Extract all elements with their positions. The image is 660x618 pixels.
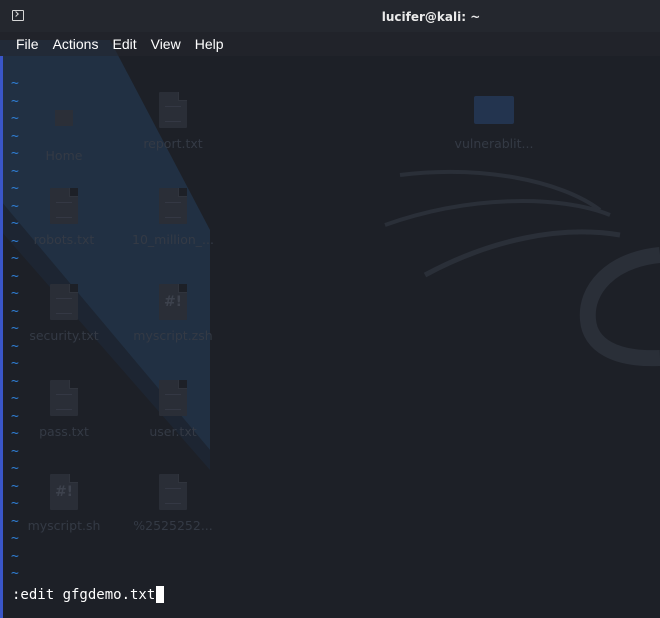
vim-tilde-line: ~ bbox=[11, 321, 19, 336]
desktop-icon-encoded-file: %2525252... bbox=[123, 474, 223, 533]
vim-tilde-line: ~ bbox=[11, 408, 19, 424]
menu-file[interactable]: File bbox=[16, 36, 39, 52]
vim-tilde-line: ~ bbox=[11, 356, 19, 371]
desktop-icon-label: myscript.sh bbox=[27, 518, 101, 533]
vim-tilde-line: ~ bbox=[11, 76, 19, 91]
text-cursor bbox=[156, 586, 165, 603]
desktop-icon-label: vulnerablit... bbox=[454, 136, 534, 151]
desktop-icon-myscript-zsh: #! myscript.zsh bbox=[123, 284, 223, 343]
vim-tilde-line: ~ bbox=[11, 426, 19, 441]
vim-tilde-line: ~ bbox=[11, 286, 19, 301]
vim-tilde-line: ~ bbox=[11, 216, 19, 231]
file-icon bbox=[50, 380, 78, 416]
desktop-icon-home: Home bbox=[14, 100, 114, 163]
desktop-icon-report: report.txt bbox=[123, 92, 223, 151]
menu-help[interactable]: Help bbox=[195, 36, 224, 52]
vim-tilde-line: ~ bbox=[11, 496, 19, 511]
menu-edit[interactable]: Edit bbox=[112, 36, 136, 52]
script-file-icon: #! bbox=[159, 284, 187, 320]
script-file-icon: #! bbox=[50, 474, 78, 510]
menu-bar: File Actions Edit View Help bbox=[0, 32, 660, 56]
desktop-icon-label: myscript.zsh bbox=[133, 328, 213, 343]
folder-icon bbox=[474, 96, 514, 124]
desktop-icon-security: security.txt bbox=[14, 284, 114, 343]
desktop-icon-label: Home bbox=[45, 148, 83, 163]
desktop-icons-layer: Home report.txt vulnerablit... robots.tx… bbox=[0, 0, 660, 618]
vim-tilde-line: ~ bbox=[11, 531, 19, 546]
file-icon bbox=[50, 284, 78, 320]
vim-command-line[interactable]: :edit gfgdemo.txt bbox=[12, 586, 165, 603]
vim-tilde-line: ~ bbox=[11, 268, 19, 284]
desktop-icon-label: %2525252... bbox=[133, 518, 213, 533]
window-title: lucifer@kali: ~ bbox=[381, 10, 481, 24]
vim-tilde-line: ~ bbox=[11, 303, 19, 319]
file-icon bbox=[159, 92, 187, 128]
vim-tilde-line: ~ bbox=[11, 513, 19, 529]
vim-tilde-line: ~ bbox=[11, 566, 19, 581]
file-icon bbox=[159, 380, 187, 416]
vim-tilde-line: ~ bbox=[11, 251, 19, 266]
desktop-icon-label: pass.txt bbox=[39, 424, 89, 439]
vim-tilde-line: ~ bbox=[11, 338, 19, 354]
desktop-icon-label: report.txt bbox=[143, 136, 203, 151]
desktop-icon-label: robots.txt bbox=[33, 232, 95, 247]
command-text: :edit gfgdemo.txt bbox=[12, 586, 156, 603]
vim-tilde-line: ~ bbox=[11, 128, 19, 144]
vim-tilde-line: ~ bbox=[11, 233, 19, 249]
vim-tilde-line: ~ bbox=[11, 478, 19, 494]
vim-empty-lines: ~ ~ ~ ~ ~ ~ ~ ~ ~ ~ ~ ~ ~ ~ ~ ~ ~ ~ ~ ~ ~ ~ ~ ~ ~ ~ ~ ~ ~ bbox=[11, 75, 19, 583]
desktop-icon-user: user.txt bbox=[123, 380, 223, 439]
vim-tilde-line: ~ bbox=[11, 181, 19, 196]
desktop-icon-myscript-sh: #! myscript.sh bbox=[14, 474, 114, 533]
desktop-icon-label: user.txt bbox=[149, 424, 197, 439]
vim-tilde-line: ~ bbox=[11, 461, 19, 476]
desktop-icon-label: 10_million_... bbox=[132, 232, 214, 247]
file-icon bbox=[159, 474, 187, 510]
vim-tilde-line: ~ bbox=[11, 548, 19, 564]
file-icon bbox=[50, 188, 78, 224]
window-titlebar[interactable]: lucifer@kali: ~ bbox=[0, 0, 660, 32]
menu-actions[interactable]: Actions bbox=[53, 36, 99, 52]
desktop-icon-10-million: 10_million_... bbox=[123, 188, 223, 247]
desktop-icon-label: security.txt bbox=[29, 328, 99, 343]
desktop-icon-robots: robots.txt bbox=[14, 188, 114, 247]
vim-tilde-line: ~ bbox=[11, 146, 19, 161]
vim-tilde-line: ~ bbox=[11, 373, 19, 389]
vim-tilde-line: ~ bbox=[11, 391, 19, 406]
vim-tilde-line: ~ bbox=[11, 111, 19, 126]
vim-tilde-line: ~ bbox=[11, 443, 19, 459]
vim-tilde-line: ~ bbox=[11, 93, 19, 109]
home-icon bbox=[55, 110, 73, 126]
vim-tilde-line: ~ bbox=[11, 198, 19, 214]
menu-view[interactable]: View bbox=[151, 36, 181, 52]
vim-tilde-line: ~ bbox=[11, 163, 19, 179]
desktop-icon-pass: pass.txt bbox=[14, 380, 114, 439]
file-icon bbox=[159, 188, 187, 224]
desktop-icon-vulnerablit: vulnerablit... bbox=[444, 96, 544, 151]
